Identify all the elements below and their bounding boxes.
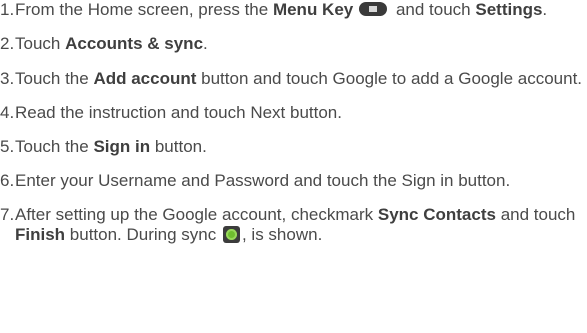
step-text: After setting up the Google account, che… [15, 205, 576, 244]
accounts-sync-label: Accounts & sync [65, 34, 204, 53]
step-number: 2. [0, 34, 15, 53]
step-text: Touch the Add account button and touch G… [15, 69, 583, 88]
sync-icon [222, 226, 240, 243]
step-text: Read the instruction and touch Next butt… [15, 103, 342, 122]
step-1: 1. From the Home screen, press the Menu … [0, 0, 587, 20]
step-text: Touch Accounts & sync. [15, 34, 208, 53]
step-7: 7. After setting up the Google account, … [0, 205, 587, 245]
step-3: 3. Touch the Add account button and touc… [0, 69, 587, 89]
step-4: 4. Read the instruction and touch Next b… [0, 103, 587, 123]
settings-label: Settings [475, 0, 543, 19]
instruction-steps: 1. From the Home screen, press the Menu … [0, 0, 587, 245]
step-number: 7. [0, 205, 15, 224]
add-account-label: Add account [93, 69, 197, 88]
finish-label: Finish [15, 225, 66, 244]
step-6: 6. Enter your Username and Password and … [0, 171, 587, 191]
menu-key-icon [359, 2, 388, 16]
step-text: From the Home screen, press the Menu Key… [15, 0, 548, 19]
sign-in-label: Sign in [93, 137, 151, 156]
step-text: Touch the Sign in button. [15, 137, 207, 156]
step-2: 2. Touch Accounts & sync. [0, 34, 587, 54]
step-number: 3. [0, 69, 15, 88]
sync-contacts-label: Sync Contacts [377, 205, 496, 224]
step-number: 5. [0, 137, 15, 156]
step-number: 6. [0, 171, 15, 190]
step-text: Enter your Username and Password and tou… [15, 171, 511, 190]
menu-key-label: Menu Key [272, 0, 354, 19]
step-number: 1. [0, 0, 15, 19]
step-number: 4. [0, 103, 15, 122]
step-5: 5. Touch the Sign in button. [0, 137, 587, 157]
